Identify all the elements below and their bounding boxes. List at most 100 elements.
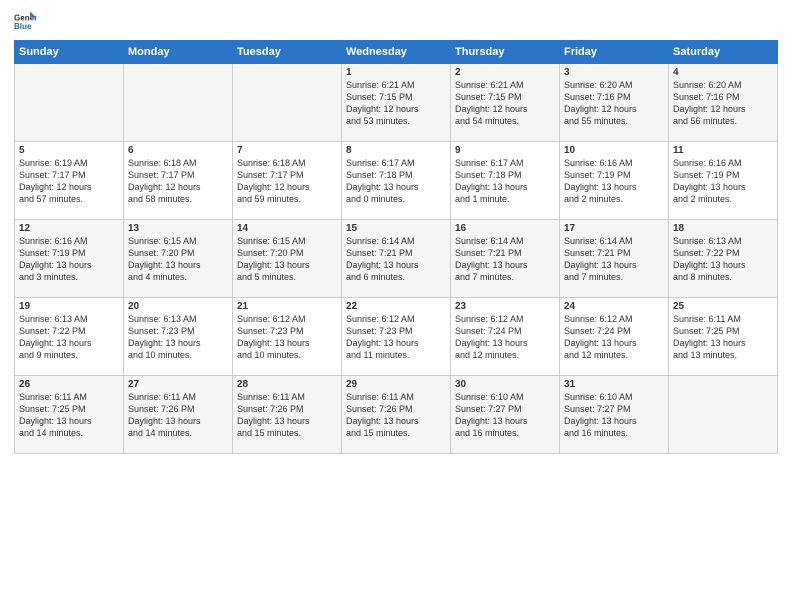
cell-info: Sunrise: 6:10 AM Sunset: 7:27 PM Dayligh…: [455, 391, 555, 440]
day-number: 5: [19, 145, 119, 156]
day-number: 3: [564, 67, 664, 78]
logo: General Blue: [14, 10, 36, 32]
week-row-5: 26Sunrise: 6:11 AM Sunset: 7:25 PM Dayli…: [15, 376, 778, 454]
col-header-saturday: Saturday: [669, 41, 778, 64]
cell-2-3: 7Sunrise: 6:18 AM Sunset: 7:17 PM Daylig…: [233, 142, 342, 220]
cell-info: Sunrise: 6:12 AM Sunset: 7:23 PM Dayligh…: [237, 313, 337, 362]
col-header-tuesday: Tuesday: [233, 41, 342, 64]
cell-info: Sunrise: 6:14 AM Sunset: 7:21 PM Dayligh…: [564, 235, 664, 284]
cell-info: Sunrise: 6:11 AM Sunset: 7:26 PM Dayligh…: [128, 391, 228, 440]
day-number: 18: [673, 223, 773, 234]
header-row: SundayMondayTuesdayWednesdayThursdayFrid…: [15, 41, 778, 64]
header: General Blue: [14, 10, 778, 32]
day-number: 20: [128, 301, 228, 312]
cell-5-7: [669, 376, 778, 454]
day-number: 11: [673, 145, 773, 156]
cell-3-6: 17Sunrise: 6:14 AM Sunset: 7:21 PM Dayli…: [560, 220, 669, 298]
cell-info: Sunrise: 6:11 AM Sunset: 7:26 PM Dayligh…: [346, 391, 446, 440]
cell-3-5: 16Sunrise: 6:14 AM Sunset: 7:21 PM Dayli…: [451, 220, 560, 298]
cell-info: Sunrise: 6:21 AM Sunset: 7:15 PM Dayligh…: [455, 79, 555, 128]
cell-info: Sunrise: 6:14 AM Sunset: 7:21 PM Dayligh…: [346, 235, 446, 284]
cell-info: Sunrise: 6:20 AM Sunset: 7:16 PM Dayligh…: [564, 79, 664, 128]
cell-2-4: 8Sunrise: 6:17 AM Sunset: 7:18 PM Daylig…: [342, 142, 451, 220]
day-number: 2: [455, 67, 555, 78]
cell-info: Sunrise: 6:13 AM Sunset: 7:22 PM Dayligh…: [19, 313, 119, 362]
cell-info: Sunrise: 6:12 AM Sunset: 7:24 PM Dayligh…: [564, 313, 664, 362]
col-header-friday: Friday: [560, 41, 669, 64]
cell-info: Sunrise: 6:12 AM Sunset: 7:23 PM Dayligh…: [346, 313, 446, 362]
day-number: 19: [19, 301, 119, 312]
cell-info: Sunrise: 6:17 AM Sunset: 7:18 PM Dayligh…: [346, 157, 446, 206]
day-number: 6: [128, 145, 228, 156]
cell-4-7: 25Sunrise: 6:11 AM Sunset: 7:25 PM Dayli…: [669, 298, 778, 376]
calendar-table: SundayMondayTuesdayWednesdayThursdayFrid…: [14, 40, 778, 454]
cell-info: Sunrise: 6:15 AM Sunset: 7:20 PM Dayligh…: [237, 235, 337, 284]
cell-info: Sunrise: 6:15 AM Sunset: 7:20 PM Dayligh…: [128, 235, 228, 284]
col-header-thursday: Thursday: [451, 41, 560, 64]
cell-4-4: 22Sunrise: 6:12 AM Sunset: 7:23 PM Dayli…: [342, 298, 451, 376]
cell-info: Sunrise: 6:16 AM Sunset: 7:19 PM Dayligh…: [19, 235, 119, 284]
day-number: 25: [673, 301, 773, 312]
cell-1-6: 3Sunrise: 6:20 AM Sunset: 7:16 PM Daylig…: [560, 64, 669, 142]
cell-5-3: 28Sunrise: 6:11 AM Sunset: 7:26 PM Dayli…: [233, 376, 342, 454]
cell-info: Sunrise: 6:20 AM Sunset: 7:16 PM Dayligh…: [673, 79, 773, 128]
day-number: 21: [237, 301, 337, 312]
cell-2-5: 9Sunrise: 6:17 AM Sunset: 7:18 PM Daylig…: [451, 142, 560, 220]
calendar-page: General Blue SundayMondayTuesdayWednesda…: [0, 0, 792, 612]
cell-2-7: 11Sunrise: 6:16 AM Sunset: 7:19 PM Dayli…: [669, 142, 778, 220]
day-number: 16: [455, 223, 555, 234]
day-number: 4: [673, 67, 773, 78]
cell-info: Sunrise: 6:10 AM Sunset: 7:27 PM Dayligh…: [564, 391, 664, 440]
day-number: 12: [19, 223, 119, 234]
day-number: 7: [237, 145, 337, 156]
cell-1-1: [15, 64, 124, 142]
cell-info: Sunrise: 6:18 AM Sunset: 7:17 PM Dayligh…: [237, 157, 337, 206]
week-row-2: 5Sunrise: 6:19 AM Sunset: 7:17 PM Daylig…: [15, 142, 778, 220]
day-number: 10: [564, 145, 664, 156]
day-number: 1: [346, 67, 446, 78]
cell-info: Sunrise: 6:16 AM Sunset: 7:19 PM Dayligh…: [564, 157, 664, 206]
day-number: 8: [346, 145, 446, 156]
cell-5-4: 29Sunrise: 6:11 AM Sunset: 7:26 PM Dayli…: [342, 376, 451, 454]
cell-info: Sunrise: 6:16 AM Sunset: 7:19 PM Dayligh…: [673, 157, 773, 206]
day-number: 14: [237, 223, 337, 234]
day-number: 28: [237, 379, 337, 390]
col-header-monday: Monday: [124, 41, 233, 64]
cell-info: Sunrise: 6:17 AM Sunset: 7:18 PM Dayligh…: [455, 157, 555, 206]
cell-3-7: 18Sunrise: 6:13 AM Sunset: 7:22 PM Dayli…: [669, 220, 778, 298]
cell-2-1: 5Sunrise: 6:19 AM Sunset: 7:17 PM Daylig…: [15, 142, 124, 220]
cell-5-5: 30Sunrise: 6:10 AM Sunset: 7:27 PM Dayli…: [451, 376, 560, 454]
cell-info: Sunrise: 6:14 AM Sunset: 7:21 PM Dayligh…: [455, 235, 555, 284]
cell-3-4: 15Sunrise: 6:14 AM Sunset: 7:21 PM Dayli…: [342, 220, 451, 298]
logo-icon: General Blue: [14, 10, 36, 32]
cell-1-2: [124, 64, 233, 142]
day-number: 23: [455, 301, 555, 312]
day-number: 30: [455, 379, 555, 390]
col-header-sunday: Sunday: [15, 41, 124, 64]
cell-5-6: 31Sunrise: 6:10 AM Sunset: 7:27 PM Dayli…: [560, 376, 669, 454]
cell-5-1: 26Sunrise: 6:11 AM Sunset: 7:25 PM Dayli…: [15, 376, 124, 454]
day-number: 26: [19, 379, 119, 390]
week-row-1: 1 Sunrise: 6:21 AM Sunset: 7:15 PM Daylig…: [15, 64, 778, 142]
cell-info: Sunrise: 6:11 AM Sunset: 7:26 PM Dayligh…: [237, 391, 337, 440]
cell-1-7: 4Sunrise: 6:20 AM Sunset: 7:16 PM Daylig…: [669, 64, 778, 142]
cell-info: Sunrise: 6:11 AM Sunset: 7:25 PM Dayligh…: [673, 313, 773, 362]
day-number: 29: [346, 379, 446, 390]
cell-4-2: 20Sunrise: 6:13 AM Sunset: 7:23 PM Dayli…: [124, 298, 233, 376]
cell-info: Sunrise: 6:18 AM Sunset: 7:17 PM Dayligh…: [128, 157, 228, 206]
cell-info: Sunrise: 6:11 AM Sunset: 7:25 PM Dayligh…: [19, 391, 119, 440]
day-number: 13: [128, 223, 228, 234]
day-number: 31: [564, 379, 664, 390]
day-number: 15: [346, 223, 446, 234]
cell-info: Sunrise: 6:19 AM Sunset: 7:17 PM Dayligh…: [19, 157, 119, 206]
cell-4-5: 23Sunrise: 6:12 AM Sunset: 7:24 PM Dayli…: [451, 298, 560, 376]
col-header-wednesday: Wednesday: [342, 41, 451, 64]
day-number: 27: [128, 379, 228, 390]
week-row-4: 19Sunrise: 6:13 AM Sunset: 7:22 PM Dayli…: [15, 298, 778, 376]
cell-1-3: [233, 64, 342, 142]
cell-4-1: 19Sunrise: 6:13 AM Sunset: 7:22 PM Dayli…: [15, 298, 124, 376]
cell-3-2: 13Sunrise: 6:15 AM Sunset: 7:20 PM Dayli…: [124, 220, 233, 298]
day-number: 22: [346, 301, 446, 312]
cell-info: Sunrise: 6:13 AM Sunset: 7:23 PM Dayligh…: [128, 313, 228, 362]
cell-4-3: 21Sunrise: 6:12 AM Sunset: 7:23 PM Dayli…: [233, 298, 342, 376]
